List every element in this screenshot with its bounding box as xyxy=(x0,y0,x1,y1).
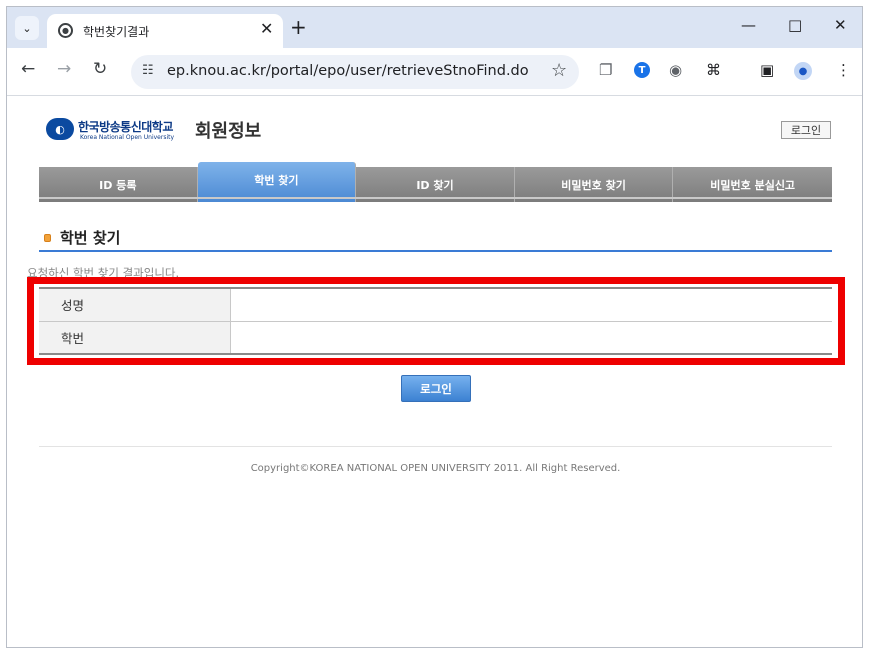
footer-divider xyxy=(39,446,832,447)
bookmark-star-icon[interactable]: ☆ xyxy=(551,60,567,81)
close-window-icon[interactable]: ✕ xyxy=(834,16,847,34)
browser-window: ⌄ ● 학번찾기결과 ✕ + — □ ✕ ← → ↻ ☷ ep.knou.ac.… xyxy=(6,6,863,648)
new-tab-button[interactable]: + xyxy=(290,15,307,39)
site-settings-icon[interactable]: ☷ xyxy=(142,63,154,78)
member-tabs: ID 등록 학번 찾기 ID 찾기 비밀번호 찾기 비밀번호 분실신고 xyxy=(39,162,832,202)
address-bar[interactable]: ☷ ep.knou.ac.kr/portal/epo/user/retrieve… xyxy=(131,55,579,89)
tab-strip: ⌄ ● 학번찾기결과 ✕ + — □ ✕ xyxy=(7,7,862,48)
reload-icon[interactable]: ↻ xyxy=(93,59,107,79)
back-arrow-icon[interactable]: ← xyxy=(21,59,35,79)
university-logo-icon: ◐ xyxy=(46,118,74,140)
header-login-button[interactable]: 로그인 xyxy=(781,121,831,139)
camera-icon[interactable]: ◉ xyxy=(669,61,682,79)
maximize-icon[interactable]: □ xyxy=(788,16,802,34)
more-menu-icon[interactable]: ⋮ xyxy=(836,61,851,79)
tabs-divider xyxy=(39,197,832,199)
profile-avatar-icon[interactable]: ● xyxy=(794,62,812,80)
logo-name-korean: 한국방송통신대학교 xyxy=(78,120,173,134)
highlight-box xyxy=(27,277,845,365)
section-divider xyxy=(39,250,832,252)
bullet-icon xyxy=(44,234,51,242)
page-content: ◐ 한국방송통신대학교 Korea National Open Universi… xyxy=(7,96,862,647)
forward-arrow-icon[interactable]: → xyxy=(57,59,71,79)
tab-search-button[interactable]: ⌄ xyxy=(15,16,39,40)
browser-tab[interactable]: ● 학번찾기결과 ✕ xyxy=(47,14,283,48)
globe-icon: ● xyxy=(58,23,73,38)
minimize-icon[interactable]: — xyxy=(741,16,756,34)
login-button[interactable]: 로그인 xyxy=(401,375,471,402)
side-panel-icon[interactable]: ▣ xyxy=(760,61,774,79)
translate-extension-icon[interactable]: T xyxy=(634,62,650,78)
logo-name-english: Korea National Open University xyxy=(80,134,175,141)
copyright-text: Copyright©KOREA NATIONAL OPEN UNIVERSITY… xyxy=(250,463,621,474)
browser-toolbar: ← → ↻ ☷ ep.knou.ac.kr/portal/epo/user/re… xyxy=(7,48,862,96)
tab-find-student-number[interactable]: 학번 찾기 xyxy=(197,162,357,202)
extensions-icon[interactable]: ⌘ xyxy=(706,61,721,79)
close-tab-icon[interactable]: ✕ xyxy=(260,19,273,38)
chevron-down-icon: ⌄ xyxy=(22,21,32,35)
tab-title: 학번찾기결과 xyxy=(83,25,150,39)
url-text[interactable]: ep.knou.ac.kr/portal/epo/user/retrieveSt… xyxy=(167,63,529,79)
section-title: 학번 찾기 xyxy=(60,229,121,247)
copy-icon[interactable]: ❐ xyxy=(599,61,612,79)
page-title: 회원정보 xyxy=(195,121,262,142)
